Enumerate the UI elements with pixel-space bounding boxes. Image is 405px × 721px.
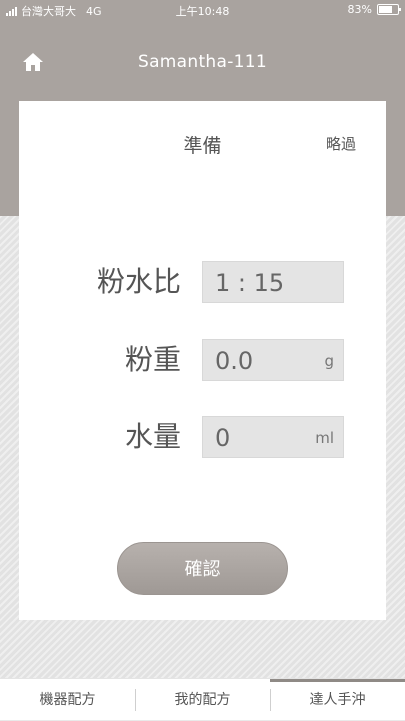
ratio-label: 粉水比 — [96, 265, 181, 298]
tab-my-recipes[interactable]: 我的配方 — [135, 679, 270, 721]
status-right: 83% — [347, 3, 401, 16]
prep-card: 準備 略過 粉水比 1 : 15 粉重 0.0 g 水量 0 ml 確認 — [19, 101, 386, 620]
water-unit: ml — [315, 429, 334, 447]
water-row: 水量 0 ml — [19, 416, 386, 458]
tab-machine-recipes[interactable]: 機器配方 — [0, 679, 135, 721]
ratio-value: 1 : 15 — [215, 269, 285, 297]
status-bar: 台灣大哥大 4G 上午10:48 83% — [0, 0, 405, 20]
tab-expert-pour-over[interactable]: 達人手沖 — [270, 679, 405, 721]
battery-tip — [399, 8, 401, 11]
battery-icon — [377, 4, 401, 15]
ratio-row: 粉水比 1 : 15 — [19, 261, 386, 303]
water-value: 0 — [215, 424, 231, 452]
tab-bar: 機器配方 我的配方 達人手沖 — [0, 678, 405, 720]
battery-fill — [379, 6, 392, 13]
water-field[interactable]: 0 ml — [202, 416, 344, 458]
ratio-field[interactable]: 1 : 15 — [202, 261, 344, 303]
powder-unit: g — [324, 352, 334, 370]
water-label: 水量 — [124, 420, 181, 453]
powder-value: 0.0 — [215, 347, 254, 375]
skip-button[interactable]: 略過 — [326, 133, 356, 154]
page-title: Samantha-111 — [138, 52, 267, 72]
active-tab-indicator — [270, 679, 405, 682]
battery-percent: 83% — [347, 3, 372, 16]
powder-field[interactable]: 0.0 g — [202, 339, 344, 381]
status-time: 上午10:48 — [175, 5, 230, 18]
powder-row: 粉重 0.0 g — [19, 339, 386, 381]
confirm-button[interactable]: 確認 — [117, 542, 288, 595]
powder-label: 粉重 — [124, 343, 181, 376]
